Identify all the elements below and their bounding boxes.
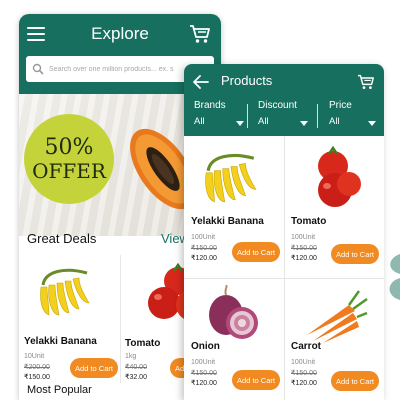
carrot-image [307, 290, 368, 343]
old-price: ₹200.00 [24, 364, 50, 371]
search-placeholder: Search over one million products... ex. … [49, 65, 174, 73]
old-price: ₹150.00 [291, 370, 317, 377]
add-to-cart-button[interactable]: Add to Cart [331, 244, 379, 264]
product-name: Carrot [291, 341, 322, 352]
filter-label: Brands [194, 100, 226, 111]
search-icon [32, 63, 44, 75]
dropdown-caret-icon [300, 121, 308, 126]
products-header: Products Brands All Discount All Price A… [184, 64, 384, 136]
filter-divider [247, 104, 248, 128]
filter-label: Price [329, 100, 352, 111]
add-to-cart-button[interactable]: Add to Cart [232, 370, 280, 390]
new-price: ₹32.00 [125, 374, 147, 381]
onion-image [209, 285, 258, 339]
offer-badge: 50% OFFER [24, 114, 114, 204]
new-price: ₹120.00 [191, 255, 217, 262]
product-unit: 1kg [125, 353, 137, 360]
product-unit: 100Unit [191, 234, 216, 241]
leaf-decoration-icon [389, 254, 400, 300]
products-screen: Products Brands All Discount All Price A… [184, 64, 384, 400]
add-to-cart-button[interactable]: Add to Cart [232, 242, 280, 262]
products-title: Products [221, 73, 273, 88]
dropdown-caret-icon [368, 121, 376, 126]
filter-label: Discount [258, 100, 297, 111]
product-card[interactable]: Carrot 100Unit ₹150.00 ₹120.00 Add to Ca… [285, 279, 384, 400]
add-to-cart-button[interactable]: Add to Cart [331, 371, 379, 391]
offer-percent: 50% [44, 135, 94, 160]
banana-image [205, 154, 257, 203]
product-name: Yelakki Banana [24, 336, 97, 347]
new-price: ₹120.00 [191, 380, 217, 387]
filter-brands[interactable]: Brands All [194, 100, 248, 130]
product-card[interactable]: Onion 100Unit ₹150.00 ₹120.00 Add to Car… [184, 279, 284, 400]
filter-discount[interactable]: Discount All [258, 100, 314, 130]
product-unit: 10Unit [24, 353, 45, 360]
product-card[interactable]: Yelakki Banana 10Unit ₹200.00 ₹150.00 Ad… [19, 255, 121, 383]
add-to-cart-button[interactable]: Add to Cart [70, 358, 118, 378]
old-price: ₹150.00 [291, 245, 317, 252]
product-unit: 100Unit [291, 234, 316, 241]
dropdown-caret-icon [236, 121, 244, 126]
most-popular-heading: Most Popular [27, 384, 92, 396]
back-arrow-icon[interactable] [193, 75, 209, 89]
banana-image [40, 268, 90, 316]
old-price: ₹150.00 [191, 245, 217, 252]
product-name: Tomato [291, 216, 327, 227]
great-deals-heading: Great Deals [27, 231, 97, 246]
new-price: ₹120.00 [291, 255, 317, 262]
cart-icon[interactable] [357, 74, 375, 90]
offer-word: OFFER [32, 159, 106, 183]
product-name: Onion [191, 341, 220, 352]
tomato-image [318, 146, 361, 207]
filter-price[interactable]: Price All [329, 100, 379, 130]
product-card[interactable]: Tomato 100Unit ₹150.00 ₹120.00 Add to Ca… [285, 136, 384, 278]
new-price: ₹120.00 [291, 380, 317, 387]
cart-icon[interactable] [189, 24, 211, 44]
filter-divider [317, 104, 318, 128]
product-name: Tomato [125, 338, 161, 349]
app-showcase: Explore Search over one million products… [0, 0, 400, 400]
product-unit: 100Unit [191, 359, 216, 366]
product-card[interactable]: Yelakki Banana 100Unit ₹150.00 ₹120.00 A… [184, 136, 284, 278]
product-name: Yelakki Banana [191, 216, 264, 227]
old-price: ₹40.00 [125, 364, 147, 371]
old-price: ₹150.00 [191, 370, 217, 377]
new-price: ₹150.00 [24, 374, 50, 381]
product-unit: 100Unit [291, 359, 316, 366]
